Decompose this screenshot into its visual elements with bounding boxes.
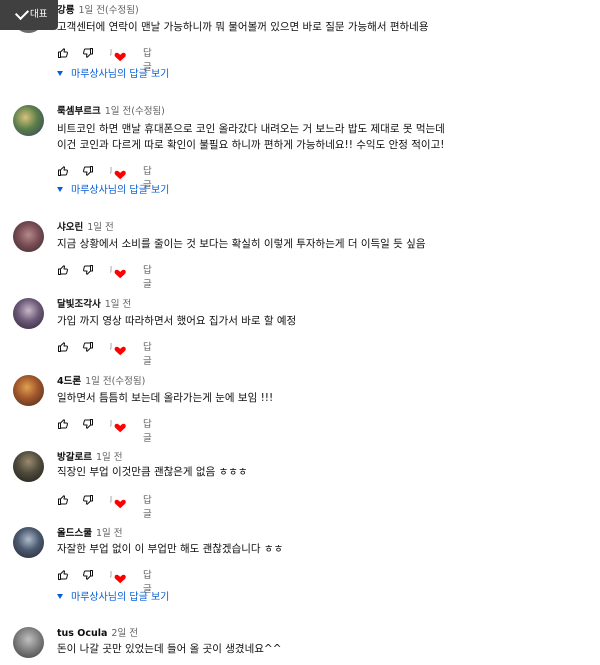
svg-text:J: J (110, 166, 112, 174)
dislike-icon[interactable] (82, 341, 94, 355)
reply-button[interactable]: 답글 (143, 341, 152, 369)
toast-label: 대표 (0, 0, 58, 30)
like-icon[interactable] (57, 165, 69, 179)
avatar[interactable] (13, 105, 44, 136)
comment-header: 올드스쿨 1일 전 (57, 527, 123, 540)
creator-heart-icon: J (109, 493, 128, 509)
like-icon[interactable] (57, 494, 69, 508)
comment-author[interactable]: 샤오린 (57, 222, 83, 233)
comment-author[interactable]: 강룡 (57, 5, 74, 16)
comment-header: 방갈로르 1일 전 (57, 451, 123, 464)
comment-header: 샤오린 1일 전 (57, 221, 114, 234)
comment-time[interactable]: 1일 전(수정됨) (105, 106, 165, 117)
comment-header: 룩셈부르크 1일 전(수정됨) (57, 105, 165, 118)
caret-down-icon (57, 593, 63, 599)
comment-time[interactable]: 2일 전 (111, 628, 138, 639)
svg-text:J: J (110, 48, 112, 56)
view-replies-button[interactable]: 마루상사님의 답글 보기 (57, 184, 169, 198)
like-icon[interactable] (57, 341, 69, 355)
comment-text: 일하면서 틈틈히 보는데 올라가는게 눈에 보임 !!! (57, 392, 274, 404)
svg-text:J: J (110, 265, 112, 273)
reply-button[interactable]: 답글 (143, 494, 152, 522)
caret-down-icon (57, 186, 63, 192)
avatar[interactable] (13, 451, 44, 482)
comment-author[interactable]: 달빛조각사 (57, 299, 101, 310)
view-replies-button[interactable]: 마루상사님의 답글 보기 (57, 591, 169, 605)
comment-text: 직장인 부업 이것만큼 괜찮은게 없음 ㅎㅎㅎ (57, 466, 248, 478)
comment-time[interactable]: 1일 전(수정됨) (85, 376, 145, 387)
comment-time[interactable]: 1일 전 (96, 528, 123, 539)
view-replies-label: 마루상사님의 답글 보기 (71, 592, 170, 603)
comment-time[interactable]: 1일 전 (87, 222, 114, 233)
avatar[interactable] (13, 627, 44, 658)
comment-time[interactable]: 1일 전 (96, 452, 123, 463)
avatar[interactable] (13, 527, 44, 558)
comment-time[interactable]: 1일 전(수정됨) (78, 5, 138, 16)
comment-header: tus Ocula 2일 전 (57, 627, 138, 640)
view-replies-label: 마루상사님의 답글 보기 (71, 185, 170, 196)
creator-heart-icon: J (109, 568, 128, 584)
comment-text: 돈이 나갈 곳만 있었는데 들어 올 곳이 생겼네요^^ (57, 643, 282, 655)
like-icon[interactable] (57, 264, 69, 278)
comment-text: 가입 까지 영상 따라하면서 했어요 집가서 바로 할 예정 (57, 315, 297, 327)
comment-header: 4드론 1일 전(수정됨) (57, 375, 145, 388)
toast-text: 대표 (30, 9, 48, 20)
comment-author[interactable]: 4드론 (57, 376, 81, 387)
svg-text:J: J (110, 570, 112, 578)
comment-author[interactable]: 방갈로르 (57, 452, 92, 463)
dislike-icon[interactable] (82, 418, 94, 432)
avatar[interactable] (13, 375, 44, 406)
comment-text: 비트코인 하면 맨날 휴대폰으로 코인 올라갔다 내려오는 거 보느라 밥도 제… (57, 123, 445, 135)
view-replies-button[interactable]: 마루상사님의 답글 보기 (57, 68, 169, 82)
creator-heart-icon: J (109, 46, 128, 62)
dislike-icon[interactable] (82, 165, 94, 179)
dislike-icon[interactable] (82, 264, 94, 278)
dislike-icon[interactable] (82, 569, 94, 583)
reply-button[interactable]: 답글 (143, 264, 152, 292)
view-replies-label: 마루상사님의 답글 보기 (71, 69, 170, 80)
avatar[interactable] (13, 221, 44, 252)
like-icon[interactable] (57, 418, 69, 432)
dislike-icon[interactable] (82, 47, 94, 61)
comment-header: 강룡 1일 전(수정됨) (57, 4, 139, 17)
like-icon[interactable] (57, 47, 69, 61)
comment-text: 자잘한 부업 없이 이 부업만 해도 괜찮겠습니다 ㅎㅎ (57, 543, 284, 555)
caret-down-icon (57, 70, 63, 76)
reply-button[interactable]: 답글 (143, 418, 152, 446)
creator-heart-icon: J (109, 164, 128, 180)
comment-text: 지금 상황에서 소비를 줄이는 것 보다는 확실히 이렇게 투자하는게 더 이득… (57, 238, 426, 250)
comment-author[interactable]: 올드스쿨 (57, 528, 92, 539)
comment-text: 이건 코인과 다르게 따로 확인이 불필요 하니까 편하게 가능하네요!! 수익… (57, 139, 445, 151)
like-icon[interactable] (57, 569, 69, 583)
comment-time[interactable]: 1일 전 (105, 299, 132, 310)
svg-text:J: J (110, 495, 112, 503)
comment-author[interactable]: 룩셈부르크 (57, 106, 101, 117)
check-icon (14, 5, 30, 21)
creator-heart-icon: J (109, 263, 128, 279)
svg-text:J: J (110, 342, 112, 350)
dislike-icon[interactable] (82, 494, 94, 508)
svg-text:J: J (110, 419, 112, 427)
creator-heart-icon: J (109, 340, 128, 356)
comment-text: 고객센터에 연락이 맨날 가능하니까 뭐 물어볼꺼 있으면 바로 질문 가능해서… (57, 21, 429, 33)
comment-author[interactable]: tus Ocula (57, 628, 107, 639)
avatar[interactable] (13, 298, 44, 329)
creator-heart-icon: J (109, 417, 128, 433)
comment-header: 달빛조각사 1일 전 (57, 298, 131, 311)
